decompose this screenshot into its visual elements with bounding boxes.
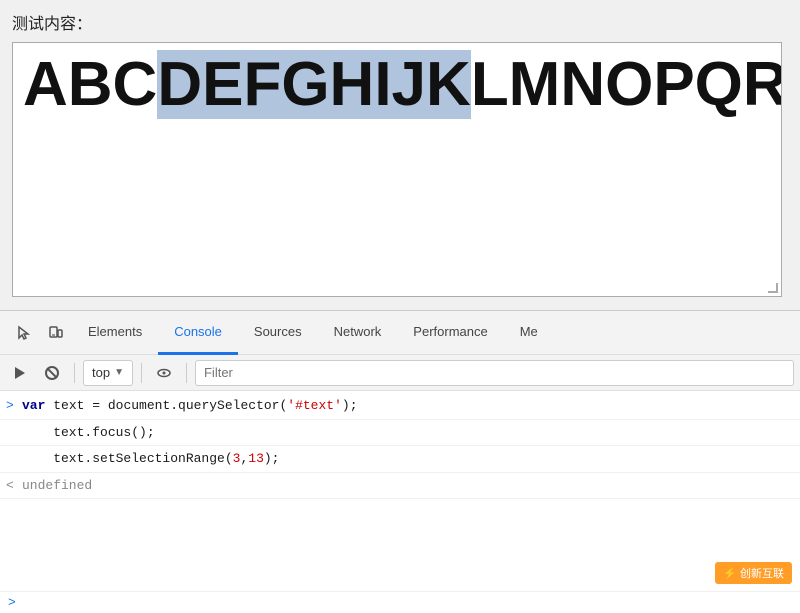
inspect-element-button[interactable] [8,317,40,349]
device-icon [48,325,64,341]
textarea-wrapper: ABCDEFGHIJKLMNOPQRSTUV [12,42,782,297]
devtools-toolbar: top ▼ [0,355,800,391]
devtools-panel: Elements Console Sources Network Perform… [0,310,800,592]
code-line2-text: text.focus(); [22,425,155,440]
test-label: 测试内容： [12,10,788,34]
device-mode-button[interactable] [40,317,72,349]
eye-button[interactable] [150,359,178,387]
console-input-row[interactable]: > [0,591,800,613]
console-result-line: < undefined [0,473,800,500]
console-input[interactable] [22,595,792,610]
tab-console[interactable]: Console [158,311,238,355]
context-selector[interactable]: top ▼ [83,360,133,386]
filter-input[interactable] [195,360,794,386]
text-unselected-after: LMNOPQRSTUV [471,50,782,119]
watermark: ⚡ 创新互联 [715,562,792,584]
page-area: 测试内容： ABCDEFGHIJKLMNOPQRSTUV [0,0,800,310]
tab-elements[interactable]: Elements [72,311,158,355]
cursor-icon [16,325,32,341]
input-prompt-arrow: > [8,595,16,610]
toolbar-separator-2 [141,363,142,383]
toolbar-separator-3 [186,363,187,383]
code-var-keyword: var text = document.querySelector('#text… [22,398,358,413]
resize-handle[interactable] [768,283,778,293]
tab-sources[interactable]: Sources [238,311,318,355]
console-code-line3: text.setSelectionRange(3,13); [0,446,800,473]
console-content: > var text = document.querySelector('#te… [0,391,800,591]
play-icon [12,365,28,381]
toolbar-separator [74,363,75,383]
text-unselected-before: ABC [23,50,157,119]
prompt-arrow: > [6,396,14,416]
clear-console-button[interactable] [6,359,34,387]
eye-icon [156,365,172,381]
console-prompt-line: > var text = document.querySelector('#te… [0,393,800,420]
result-value: undefined [22,478,92,493]
devtools-tab-bar: Elements Console Sources Network Perform… [0,311,800,355]
text-selected: DEFGHIJK [157,50,470,119]
console-code-line2: text.focus(); [0,420,800,447]
chevron-down-icon: ▼ [114,367,124,378]
code-line3-text: text.setSelectionRange(3,13); [22,451,279,466]
context-label: top [92,365,110,380]
tab-network[interactable]: Network [318,311,398,355]
ban-button[interactable] [38,359,66,387]
result-arrow: < [6,476,14,496]
ban-icon [45,366,59,380]
textarea-content: ABCDEFGHIJKLMNOPQRSTUV [13,43,781,127]
tab-performance[interactable]: Performance [397,311,503,355]
tab-more[interactable]: Me [504,311,554,355]
